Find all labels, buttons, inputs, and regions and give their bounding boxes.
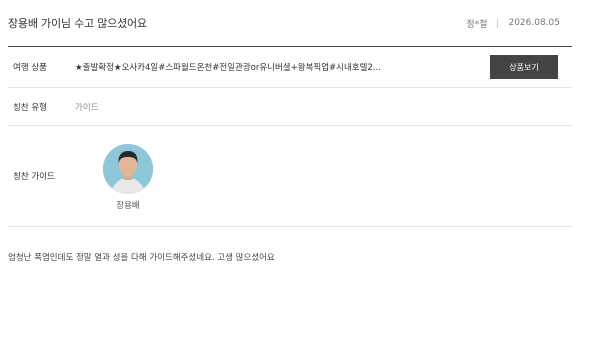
guide-name: 장용배 [116,200,140,211]
review-comment: 엄청난 폭염인데도 정말 열과 성을 다해 가이드해주셨네요. 고생 많으셨어요 [8,253,275,263]
review-author: 정*철 [466,19,488,30]
product-row: 여행 상품 ★출발확정★오사카4일#스파월드온천#전일관광or유니버셜+왕복픽업… [8,47,572,88]
praise-guide-label: 칭찬 가이드 [13,172,55,182]
praise-type-label: 칭찬 유형 [13,102,47,113]
praise-guide-row: 칭찬 가이드 장용배 [8,126,572,227]
praise-type-row: 칭찬 유형 가이드 [8,88,572,126]
view-product-button[interactable]: 상품보기 [490,55,558,79]
guide-card[interactable]: 장용배 [103,143,153,211]
review-detail: 장용배 가이님 수고 많으셨어요 정*철 2026.08.05 여행 상품 ★출… [8,0,572,263]
product-label: 여행 상품 [13,63,47,73]
review-header: 장용배 가이님 수고 많으셨어요 정*철 2026.08.05 [8,0,572,47]
review-meta: 정*철 2026.08.05 [466,17,572,30]
meta-divider [497,18,499,28]
review-date: 2026.08.05 [508,18,560,28]
guide-avatar[interactable] [103,143,153,194]
product-name: ★출발확정★오사카4일#스파월드온천#전일관광or유니버셜+왕복픽업#시내호텔2… [75,63,381,73]
praise-type-value: 가이드 [75,102,99,113]
review-title: 장용배 가이님 수고 많으셨어요 [8,17,147,30]
